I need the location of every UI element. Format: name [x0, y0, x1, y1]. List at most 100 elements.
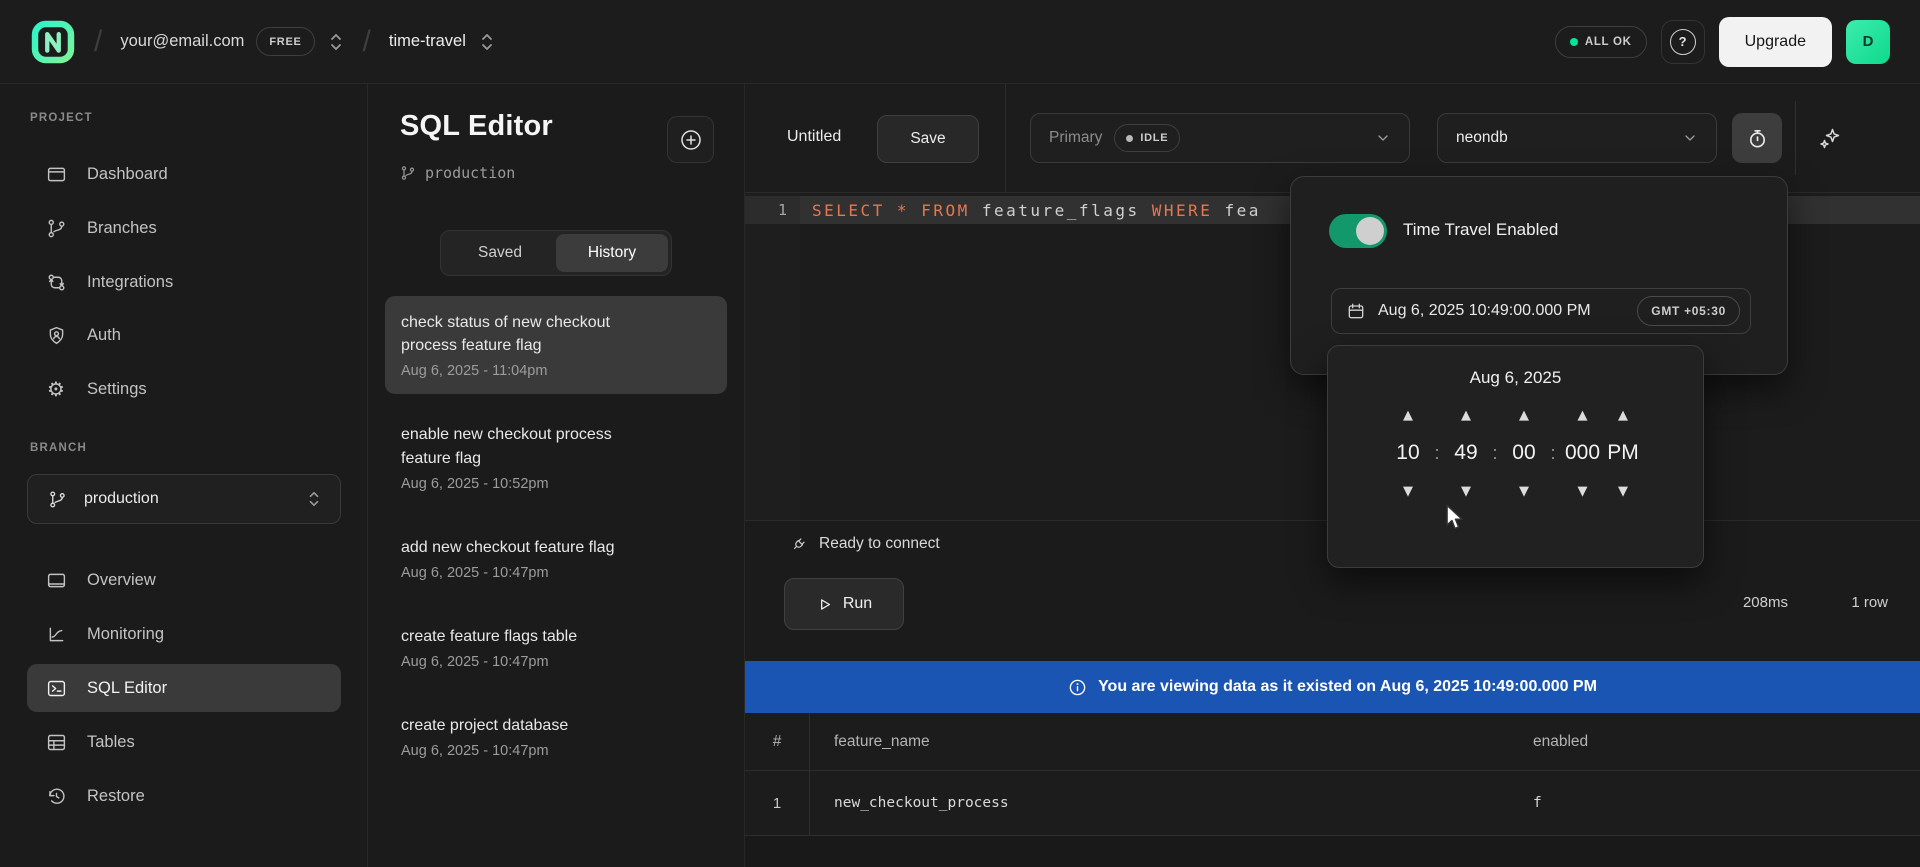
colon-separator: : [1431, 404, 1443, 502]
history-item[interactable]: create project database Aug 6, 2025 - 10… [385, 699, 727, 774]
tab-history[interactable]: History [556, 234, 668, 272]
tables-icon [45, 731, 67, 753]
org-breadcrumb[interactable]: your@email.com FREE [120, 27, 344, 56]
sql-editor-icon [45, 677, 67, 699]
datetime-picker-popover: Aug 6, 2025 ▲ 10 ▼ : ▲ 49 ▼ : ▲ 00 ▼ : ▲ [1327, 345, 1704, 568]
project-breadcrumb[interactable]: time-travel [389, 31, 496, 53]
panel-title: SQL Editor [400, 110, 553, 143]
top-header: / your@email.com FREE / time-travel ALL … [0, 0, 1920, 84]
save-button[interactable]: Save [877, 115, 979, 163]
timezone-badge: GMT +05:30 [1637, 296, 1740, 326]
hours-value: 10 [1391, 436, 1425, 470]
milliseconds-spinner: ▲ 000 ▼ [1565, 404, 1600, 502]
connection-status-text: Ready to connect [819, 535, 940, 553]
sql-keyword: WHERE [1152, 201, 1213, 220]
hours-up-button[interactable]: ▲ [1391, 404, 1425, 426]
sql-keyword: SELECT * FROM [812, 201, 970, 220]
history-item-date: Aug 6, 2025 - 10:47pm [401, 654, 711, 670]
history-item-title: create project database [401, 714, 653, 737]
sidebar-item-overview[interactable]: Overview [27, 556, 341, 604]
compute-selector[interactable]: Primary IDLE [1030, 113, 1410, 163]
breadcrumb-slash: / [363, 25, 371, 59]
sidebar-item-tables[interactable]: Tables [27, 718, 341, 766]
chevron-down-icon [1682, 130, 1698, 146]
history-item[interactable]: add new checkout feature flag Aug 6, 202… [385, 521, 727, 596]
compute-name: Primary [1049, 129, 1102, 147]
milliseconds-up-button[interactable]: ▲ [1565, 404, 1599, 426]
unfold-icon [306, 489, 322, 509]
compute-status: IDLE [1140, 132, 1168, 144]
calendar-icon [1346, 301, 1366, 321]
restore-history-icon [45, 785, 67, 807]
branch-selector[interactable]: production [27, 474, 341, 524]
history-item[interactable]: create feature flags table Aug 6, 2025 -… [385, 610, 727, 685]
milliseconds-down-button[interactable]: ▼ [1565, 480, 1599, 502]
branch-icon [400, 165, 416, 181]
history-item-date: Aug 6, 2025 - 10:47pm [401, 565, 711, 581]
avatar[interactable]: D [1846, 20, 1890, 64]
query-name[interactable]: Untitled [787, 128, 841, 146]
meridiem-down-button[interactable]: ▼ [1606, 480, 1640, 502]
results-empty-area [745, 836, 1920, 867]
hours-down-button[interactable]: ▼ [1391, 480, 1425, 502]
sidebar-item-label: SQL Editor [87, 679, 167, 698]
system-status-pill[interactable]: ALL OK [1555, 26, 1647, 58]
seconds-value: 00 [1507, 436, 1541, 470]
sidebar-item-label: Tables [87, 733, 135, 752]
time-travel-toggle[interactable] [1329, 214, 1387, 248]
panel-branch-name: production [425, 164, 515, 182]
sidebar-item-integrations[interactable]: Integrations [27, 258, 341, 306]
milliseconds-value: 000 [1565, 436, 1600, 470]
database-selector[interactable]: neondb [1437, 113, 1717, 163]
history-item-title: add new checkout feature flag [401, 536, 653, 559]
minutes-up-button[interactable]: ▲ [1449, 404, 1483, 426]
time-travel-button[interactable] [1732, 113, 1782, 163]
hours-spinner: ▲ 10 ▼ [1391, 404, 1425, 502]
sidebar-item-label: Integrations [87, 273, 173, 292]
sidebar-item-monitoring[interactable]: Monitoring [27, 610, 341, 658]
history-item[interactable]: check status of new checkout process fea… [385, 296, 727, 394]
play-icon [816, 596, 833, 613]
sidebar-item-branches[interactable]: Branches [27, 204, 341, 252]
meridiem-up-button[interactable]: ▲ [1606, 404, 1640, 426]
upgrade-button[interactable]: Upgrade [1719, 17, 1832, 67]
time-travel-banner: You are viewing data as it existed on Au… [745, 661, 1920, 713]
enabled-cell: f [1533, 795, 1920, 811]
column-header-enabled: enabled [1533, 733, 1920, 751]
sql-identifier: fea [1212, 201, 1261, 220]
feature-name-cell: new_checkout_process [810, 795, 1533, 811]
sidebar-item-sql-editor[interactable]: SQL Editor [27, 664, 341, 712]
project-unfold-icon[interactable] [478, 31, 496, 53]
history-item-title: create feature flags table [401, 625, 653, 648]
history-item-date: Aug 6, 2025 - 10:52pm [401, 476, 711, 492]
plug-icon [790, 535, 808, 553]
question-icon: ? [1670, 29, 1696, 55]
gear-icon: ⚙ [45, 378, 67, 400]
sidebar-item-auth[interactable]: Auth [27, 311, 341, 359]
overview-icon [45, 569, 67, 591]
project-section-label: PROJECT [30, 112, 93, 124]
org-unfold-icon[interactable] [327, 31, 345, 53]
seconds-down-button[interactable]: ▼ [1507, 480, 1541, 502]
help-button[interactable]: ? [1661, 20, 1705, 64]
sidebar-item-label: Auth [87, 326, 121, 345]
saved-history-tabs: Saved History [440, 230, 672, 276]
sidebar-item-settings[interactable]: ⚙ Settings [27, 365, 341, 413]
sidebar-item-label: Overview [87, 571, 156, 590]
new-query-button[interactable] [667, 116, 714, 163]
neon-console: / your@email.com FREE / time-travel ALL … [0, 0, 1920, 867]
tab-saved[interactable]: Saved [444, 234, 556, 272]
seconds-up-button[interactable]: ▲ [1507, 404, 1541, 426]
sidebar-item-dashboard[interactable]: Dashboard [27, 150, 341, 198]
row-count: 1 row [1851, 594, 1888, 611]
history-item[interactable]: enable new checkout process feature flag… [385, 408, 727, 506]
minutes-down-button[interactable]: ▼ [1449, 480, 1483, 502]
run-bar: Run 208ms 1 row [745, 566, 1920, 661]
neon-logo[interactable] [30, 19, 76, 65]
datetime-input[interactable]: Aug 6, 2025 10:49:00.000 PM GMT +05:30 [1331, 288, 1751, 334]
branch-icon [45, 217, 67, 239]
run-button[interactable]: Run [784, 578, 904, 630]
sidebar-item-restore[interactable]: Restore [27, 772, 341, 820]
table-row[interactable]: 1 new_checkout_process f [745, 771, 1920, 836]
ai-sparkles-button[interactable] [1807, 113, 1853, 163]
